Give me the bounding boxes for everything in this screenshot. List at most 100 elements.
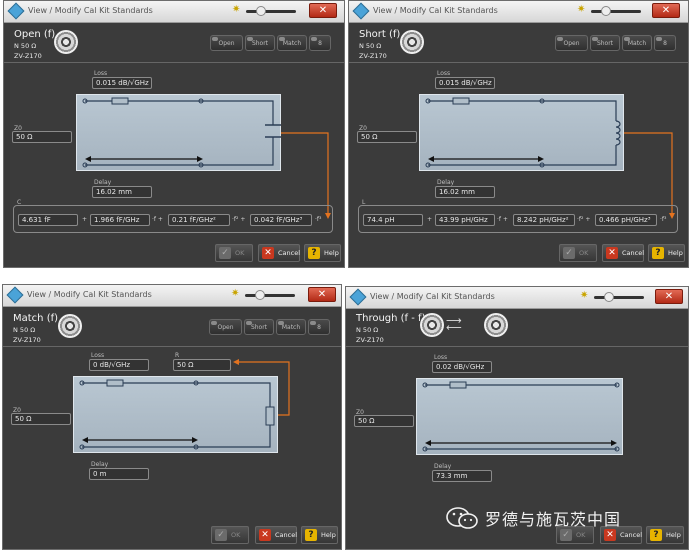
divider — [3, 346, 341, 347]
standard-impedance: N 50 Ω — [356, 326, 379, 334]
tab-open[interactable]: Open — [555, 35, 588, 51]
tab-8[interactable]: 8 — [308, 319, 330, 335]
slider-knob[interactable] — [256, 6, 266, 16]
resistance-field[interactable]: 50 Ω — [173, 359, 231, 371]
tab-open[interactable]: Open — [209, 319, 242, 335]
dialog-short: View / Modify Cal Kit Standards ✷ ✕ Shor… — [348, 0, 689, 268]
standard-type-selector[interactable]: Open Short Match 8 — [209, 319, 330, 335]
loss-field[interactable]: 0.015 dB/√GHz — [435, 77, 495, 89]
ok-icon: ✓ — [219, 247, 231, 259]
tab-short[interactable]: Short — [244, 319, 274, 335]
cancel-icon: ✕ — [262, 247, 274, 259]
kit-name: ZV-Z170 — [13, 336, 41, 344]
slider-knob[interactable] — [255, 290, 265, 300]
window-title: View / Modify Cal Kit Standards — [28, 6, 153, 15]
help-icon: ? — [650, 529, 662, 541]
z0-field[interactable]: 50 Ω — [354, 415, 414, 427]
title-bar[interactable]: View / Modify Cal Kit Standards ✷ ✕ — [4, 1, 344, 23]
delay-field[interactable]: 0 m — [89, 468, 149, 480]
ok-button[interactable]: ✓ OK — [559, 244, 597, 262]
dialog-match: View / Modify Cal Kit Standards ✷ ✕ Matc… — [2, 284, 342, 550]
led-indicator — [246, 321, 252, 325]
transparency-slider[interactable] — [594, 296, 644, 299]
transparency-slider[interactable] — [591, 10, 641, 13]
standard-type-selector[interactable]: Open Short Match 8 — [555, 35, 676, 51]
delay-field[interactable]: 73.3 mm — [432, 470, 492, 482]
ok-icon: ✓ — [560, 529, 572, 541]
brightness-icon: ✷ — [231, 288, 240, 299]
title-bar[interactable]: View / Modify Cal Kit Standards ✷ ✕ — [349, 1, 688, 23]
led-indicator — [557, 37, 563, 41]
title-bar[interactable]: View / Modify Cal Kit Standards ✷ ✕ — [3, 285, 341, 307]
tab-match[interactable]: Match — [276, 319, 306, 335]
led-indicator — [279, 37, 285, 41]
tab-8[interactable]: 8 — [309, 35, 331, 51]
z0-field[interactable]: 50 Ω — [12, 131, 72, 143]
watermark: 罗德与施瓦茨中国 — [445, 506, 621, 530]
tab-open[interactable]: Open — [210, 35, 243, 51]
delay-label: Delay — [434, 463, 452, 470]
power-1: ·f + — [152, 216, 163, 223]
brightness-icon: ✷ — [580, 290, 589, 301]
loss-field[interactable]: 0.015 dB/√GHz — [92, 77, 152, 89]
connector-female-icon — [400, 30, 424, 54]
tab-short[interactable]: Short — [590, 35, 620, 51]
slider-knob[interactable] — [604, 292, 614, 302]
close-button[interactable]: ✕ — [655, 289, 683, 304]
delay-field[interactable]: 16.02 mm — [92, 186, 152, 198]
led-indicator — [656, 37, 662, 41]
cancel-icon: ✕ — [606, 247, 618, 259]
close-button[interactable]: ✕ — [652, 3, 680, 18]
ok-button[interactable]: ✓ OK — [215, 244, 253, 262]
delay-field[interactable]: 16.02 mm — [435, 186, 495, 198]
title-bar[interactable]: View / Modify Cal Kit Standards ✷ ✕ — [346, 287, 688, 309]
tab-8[interactable]: 8 — [654, 35, 676, 51]
c0-field[interactable]: 4.631 fF — [18, 214, 78, 226]
circuit-diagram — [416, 378, 623, 455]
l2-field[interactable]: 8.242 pH/GHz² — [513, 214, 575, 226]
l0-field[interactable]: 74.4 pH — [363, 214, 423, 226]
l3-field[interactable]: 0.466 pH/GHz³ — [595, 214, 657, 226]
close-button[interactable]: ✕ — [308, 287, 336, 302]
circuit-schematic — [79, 379, 275, 450]
divider — [346, 346, 688, 347]
led-indicator — [211, 321, 217, 325]
circuit-diagram — [73, 376, 278, 453]
standard-impedance: N 50 Ω — [14, 42, 37, 50]
led-indicator — [247, 37, 253, 41]
tab-match[interactable]: Match — [277, 35, 307, 51]
cancel-icon: ✕ — [604, 529, 616, 541]
brightness-icon: ✷ — [232, 4, 241, 15]
ok-icon: ✓ — [215, 529, 227, 541]
cancel-button[interactable]: ✕ Cancel — [258, 244, 300, 262]
help-button[interactable]: ? Help — [648, 244, 685, 262]
z0-field[interactable]: 50 Ω — [357, 131, 417, 143]
c2-field[interactable]: 0.21 fF/GHz² — [168, 214, 230, 226]
transparency-slider[interactable] — [246, 10, 296, 13]
kit-name: ZV-Z170 — [356, 336, 384, 344]
l1-field[interactable]: 43.99 pH/GHz — [435, 214, 495, 226]
tab-match[interactable]: Match — [622, 35, 652, 51]
loss-field[interactable]: 0 dB/√GHz — [89, 359, 149, 371]
ok-button[interactable]: ✓ OK — [211, 526, 249, 544]
z0-field[interactable]: 50 Ω — [11, 413, 71, 425]
help-button[interactable]: ? Help — [301, 526, 338, 544]
transparency-slider[interactable] — [245, 294, 295, 297]
standard-impedance: N 50 Ω — [13, 326, 36, 334]
led-indicator — [592, 37, 598, 41]
standard-name: Short (f) — [359, 29, 401, 40]
cancel-button[interactable]: ✕ Cancel — [602, 244, 644, 262]
c3-field[interactable]: 0.042 fF/GHz³ — [250, 214, 312, 226]
loss-field[interactable]: 0.02 dB/√GHz — [432, 361, 492, 373]
standard-type-selector[interactable]: Open Short Match 8 — [210, 35, 331, 51]
app-icon — [352, 2, 370, 20]
connector-female-icon — [54, 30, 78, 54]
close-button[interactable]: ✕ — [309, 3, 337, 18]
help-button[interactable]: ? Help — [646, 526, 684, 544]
slider-knob[interactable] — [601, 6, 611, 16]
c1-field[interactable]: 1.966 fF/GHz — [90, 214, 150, 226]
cancel-button[interactable]: ✕ Cancel — [255, 526, 297, 544]
watermark-text: 罗德与施瓦茨中国 — [485, 510, 622, 529]
tab-short[interactable]: Short — [245, 35, 275, 51]
help-button[interactable]: ? Help — [304, 244, 341, 262]
